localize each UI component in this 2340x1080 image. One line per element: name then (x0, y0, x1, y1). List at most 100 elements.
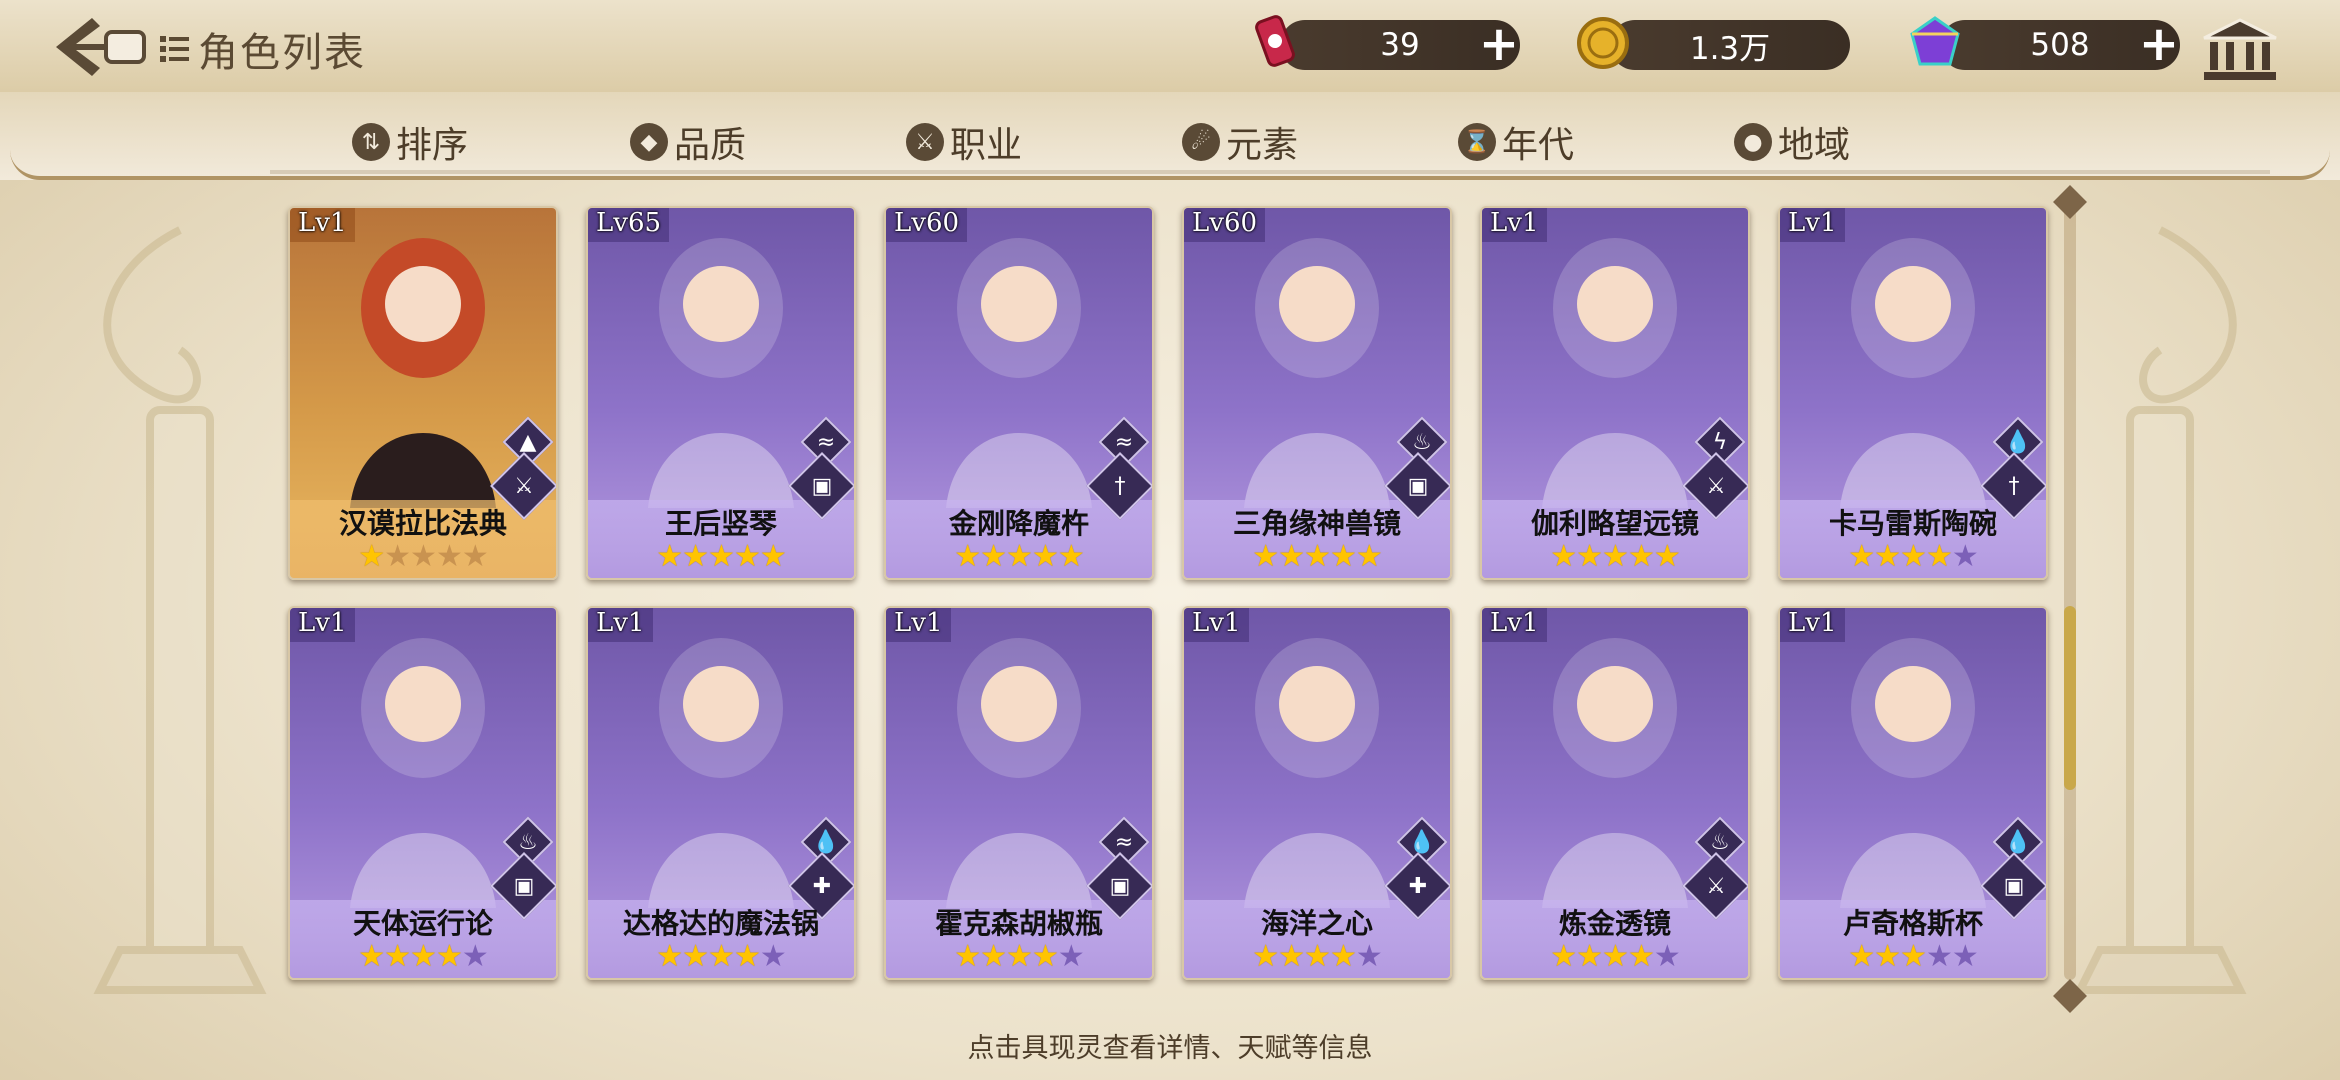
star-rating: ★★★★★ (290, 939, 556, 974)
character-card[interactable]: Lv65 ≈ ▣ 王后竖琴 ★★★★★ (586, 206, 856, 580)
star-rating: ★★★★★ (1780, 539, 2046, 574)
page-title: 角色列表 (160, 20, 366, 78)
add-stamina-button[interactable]: + (1476, 20, 1522, 68)
tab-era[interactable]: ⌛ 年代 (1458, 114, 1574, 170)
tab-location-label: 地域 (1778, 125, 1851, 166)
star-empty-icon: ★ (461, 939, 489, 974)
star-filled-icon: ★ (1278, 939, 1305, 974)
star-rating: ★★★★★ (1482, 539, 1748, 574)
star-filled-icon: ★ (1848, 939, 1875, 974)
left-ornament (93, 226, 267, 994)
star-filled-icon: ★ (1031, 939, 1059, 974)
star-filled-icon: ★ (1006, 939, 1033, 974)
star-filled-icon: ★ (1329, 939, 1357, 974)
star-filled-icon: ★ (1304, 939, 1331, 974)
tab-class[interactable]: ⚔ 职业 (906, 114, 1022, 170)
star-filled-icon: ★ (1848, 539, 1875, 574)
star-empty-icon: ★ (1057, 939, 1085, 974)
star-filled-icon: ★ (1627, 539, 1655, 574)
star-filled-icon: ★ (682, 539, 709, 574)
star-filled-icon: ★ (1900, 939, 1927, 974)
star-empty-icon: ★ (1951, 939, 1979, 974)
character-card[interactable]: Lv1 💧 ✚ 海洋之心 ★★★★★ (1182, 606, 1452, 980)
gem-resource: 508 + (1940, 20, 2180, 70)
star-rating: ★★★★★ (588, 939, 854, 974)
character-card[interactable]: Lv1 💧 ✚ 达格达的魔法锅 ★★★★★ (586, 606, 856, 980)
tab-element[interactable]: ☄ 元素 (1182, 114, 1298, 170)
star-filled-icon: ★ (1576, 939, 1603, 974)
star-empty-icon: ★ (759, 939, 787, 974)
card-level: Lv1 (1780, 208, 1845, 242)
star-filled-icon: ★ (1278, 539, 1305, 574)
tab-location[interactable]: ● 地域 (1734, 114, 1850, 170)
scrollbar-thumb[interactable] (2064, 606, 2076, 790)
star-filled-icon: ★ (733, 939, 761, 974)
card-level: Lv1 (1780, 608, 1845, 642)
star-empty-icon: ★ (435, 539, 463, 574)
right-ornament (2073, 226, 2247, 994)
star-filled-icon: ★ (1304, 539, 1331, 574)
location-icon: ● (1734, 123, 1772, 161)
star-filled-icon: ★ (1031, 539, 1059, 574)
tab-divider (270, 170, 2270, 174)
star-rating: ★★★★★ (588, 539, 854, 574)
star-rating: ★★★★★ (1482, 939, 1748, 974)
character-card[interactable]: Lv60 ≈ † 金刚降魔杵 ★★★★★ (884, 206, 1154, 580)
card-name: 达格达的魔法锅 (622, 907, 819, 940)
star-rating: ★★★★★ (1184, 939, 1450, 974)
card-name: 天体运行论 (352, 907, 493, 940)
character-card[interactable]: Lv1 💧 ▣ 卢奇格斯杯 ★★★★★ (1778, 606, 2048, 980)
back-arrow-icon[interactable] (52, 14, 148, 80)
star-rating: ★★★★★ (1184, 539, 1450, 574)
gold-resource: 1.3万 (1610, 20, 1850, 70)
character-card[interactable]: Lv1 ♨ ▣ 天体运行论 ★★★★★ (288, 606, 558, 980)
tab-era-label: 年代 (1502, 125, 1575, 166)
card-level: Lv1 (1184, 608, 1249, 642)
character-card[interactable]: Lv1 💧 † 卡马雷斯陶碗 ★★★★★ (1778, 206, 2048, 580)
card-name: 汉谟拉比法典 (338, 507, 507, 540)
card-name: 金刚降魔杵 (948, 507, 1089, 540)
star-filled-icon: ★ (1329, 539, 1357, 574)
star-empty-icon: ★ (1951, 539, 1979, 574)
sort-icon: ⇅ (352, 123, 390, 161)
star-filled-icon: ★ (1550, 539, 1577, 574)
star-empty-icon: ★ (384, 539, 411, 574)
quality-icon: ◆ (630, 123, 668, 161)
star-filled-icon: ★ (1627, 939, 1655, 974)
star-filled-icon: ★ (1925, 539, 1953, 574)
add-gem-button[interactable]: + (2136, 20, 2182, 68)
card-name: 炼金透镜 (1558, 907, 1671, 940)
star-filled-icon: ★ (708, 539, 735, 574)
tab-sort[interactable]: ⇅ 排序 (352, 114, 468, 170)
hint-text: 点击具现灵查看详情、天赋等信息 (967, 1033, 1373, 1064)
card-name: 卡马雷斯陶碗 (1828, 507, 1997, 540)
star-filled-icon: ★ (1006, 539, 1033, 574)
character-card[interactable]: Lv1 ▲ ⚔ 汉谟拉比法典 ★★★★★ (288, 206, 558, 580)
star-filled-icon: ★ (1874, 939, 1901, 974)
star-filled-icon: ★ (980, 539, 1007, 574)
star-empty-icon: ★ (461, 539, 489, 574)
era-icon: ⌛ (1458, 123, 1496, 161)
star-filled-icon: ★ (1252, 939, 1279, 974)
scrollbar[interactable] (2064, 200, 2076, 980)
star-filled-icon: ★ (435, 939, 463, 974)
card-name: 三角缘神兽镜 (1232, 507, 1401, 540)
card-level: Lv1 (290, 608, 355, 642)
character-card[interactable]: Lv1 ϟ ⚔ 伽利略望远镜 ★★★★★ (1480, 206, 1750, 580)
star-filled-icon: ★ (1252, 539, 1279, 574)
star-filled-icon: ★ (384, 939, 411, 974)
character-card[interactable]: Lv1 ≈ ▣ 霍克森胡椒瓶 ★★★★★ (884, 606, 1154, 980)
star-filled-icon: ★ (656, 539, 683, 574)
class-icon: ⚔ (906, 123, 944, 161)
star-empty-icon: ★ (1355, 939, 1383, 974)
card-level: Lv65 (588, 208, 670, 242)
bank-icon[interactable] (2200, 18, 2280, 84)
character-card[interactable]: Lv60 ♨ ▣ 三角缘神兽镜 ★★★★★ (1182, 206, 1452, 580)
tab-element-label: 元素 (1226, 125, 1299, 166)
card-level: Lv60 (886, 208, 968, 242)
card-level: Lv1 (588, 608, 653, 642)
tab-quality[interactable]: ◆ 品质 (630, 114, 746, 170)
star-filled-icon: ★ (1602, 539, 1629, 574)
character-card[interactable]: Lv1 ♨ ⚔ 炼金透镜 ★★★★★ (1480, 606, 1750, 980)
star-filled-icon: ★ (1874, 539, 1901, 574)
